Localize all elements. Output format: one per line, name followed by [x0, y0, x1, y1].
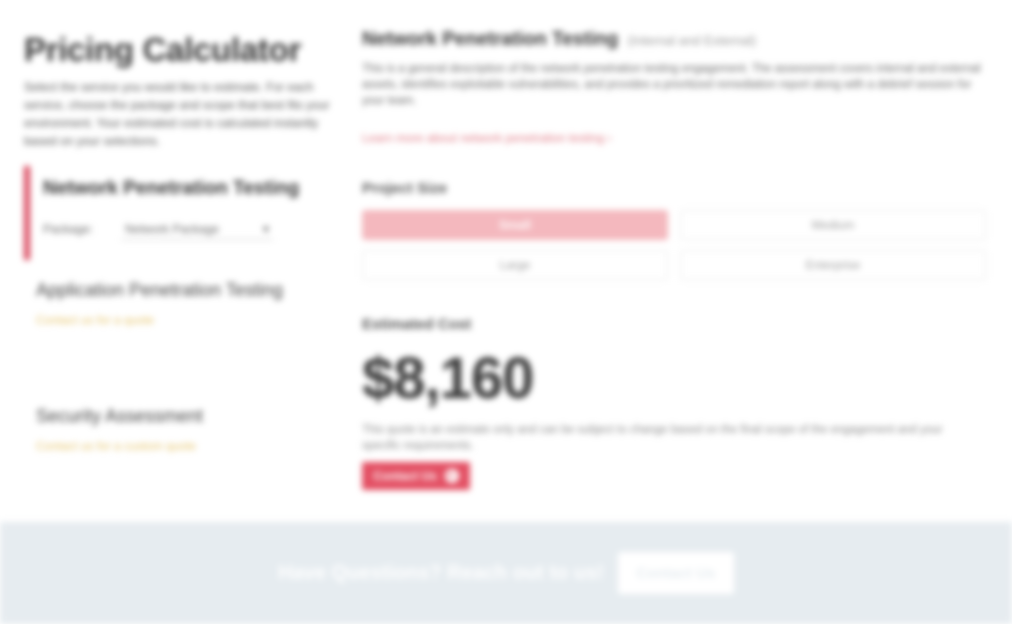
contact-us-button[interactable]: Contact Us ▸ [362, 462, 470, 490]
service-name: Application Penetration Testing [36, 280, 283, 300]
package-label: Package: [43, 222, 94, 236]
project-size-label: Project Size [362, 180, 448, 197]
service-heading-title: Network Penetration Testing [362, 29, 619, 50]
service-heading: Network Penetration Testing (Internal an… [362, 28, 982, 53]
size-option-small[interactable]: Small [362, 210, 668, 240]
package-row: Package: Network Package ▾ [43, 218, 324, 240]
service-security-assessment[interactable]: Security Assessment Contact us for a cus… [36, 402, 296, 453]
estimate-disclaimer: This quote is an estimate only and can b… [362, 424, 943, 452]
service-name: Security Assessment [36, 406, 204, 426]
questions-text: Have Questions? Reach out to us! [278, 561, 604, 584]
package-select[interactable]: Network Package ▾ [121, 218, 273, 240]
footer-contact-button[interactable]: Contact Us [617, 552, 734, 594]
chevron-right-icon: › [607, 131, 612, 145]
service-heading-sub: (Internal and External) [627, 33, 757, 48]
package-value: Network Package [125, 221, 220, 236]
questions-band: Have Questions? Reach out to us! Contact… [0, 522, 1012, 624]
estimated-cost-label: Estimated Cost [362, 316, 472, 333]
service-link[interactable]: Contact us for a custom quote [36, 439, 296, 453]
calculator-panel: Network Penetration Testing (Internal an… [362, 28, 986, 490]
contact-us-label: Contact Us [373, 469, 437, 483]
size-option-enterprise[interactable]: Enterprise [680, 250, 986, 280]
learn-more-link[interactable]: Learn more about network penetration tes… [362, 131, 612, 145]
page-title: Pricing Calculator [24, 31, 302, 68]
service-application-penetration-testing[interactable]: Application Penetration Testing Contact … [36, 276, 296, 327]
size-option-large[interactable]: Large [362, 250, 668, 280]
pricing-page: Pricing Calculator Select the service yo… [0, 0, 1012, 522]
arrow-right-icon: ▸ [444, 469, 459, 483]
intro-text: Select the service you would like to est… [24, 80, 330, 148]
service-title: Network Penetration Testing [43, 178, 300, 199]
estimated-price: $8,160 [362, 346, 534, 411]
project-size-options: Small Medium Large Enterprise [362, 210, 986, 280]
service-link[interactable]: Contact us for a quote [36, 313, 296, 327]
size-option-medium[interactable]: Medium [680, 210, 986, 240]
service-network-penetration-testing[interactable]: Network Penetration Testing Package: Net… [24, 166, 324, 260]
chevron-down-icon: ▾ [262, 221, 269, 236]
service-description: This is a general description of the net… [362, 63, 981, 107]
learn-more-label: Learn more about network penetration tes… [362, 131, 605, 145]
service-sidebar: Pricing Calculator Select the service yo… [24, 30, 334, 453]
